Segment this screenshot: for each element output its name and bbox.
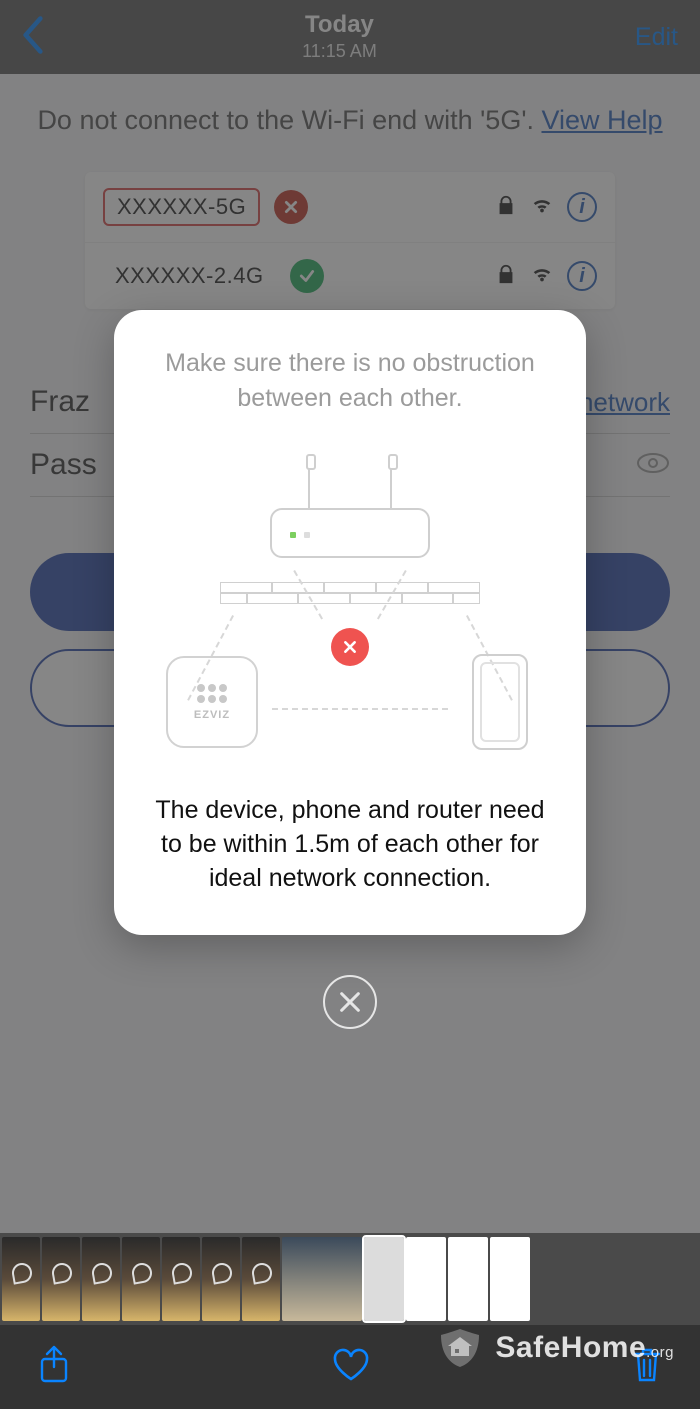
thumbnail-strip[interactable] bbox=[0, 1233, 700, 1325]
thumbnail[interactable] bbox=[42, 1237, 80, 1321]
thumbnail[interactable] bbox=[282, 1237, 362, 1321]
thumbnail[interactable] bbox=[2, 1237, 40, 1321]
obstruction-modal: Make sure there is no obstruction betwee… bbox=[114, 310, 586, 935]
thumbnail[interactable] bbox=[202, 1237, 240, 1321]
modal-top-text: Make sure there is no obstruction betwee… bbox=[142, 346, 558, 416]
screen: Today 11:15 AM Edit Do not connect to th… bbox=[0, 0, 700, 1409]
share-button[interactable] bbox=[38, 1345, 70, 1390]
watermark-text: SafeHome.org bbox=[495, 1331, 674, 1365]
thumbnail-current[interactable] bbox=[364, 1237, 404, 1321]
thumbnail[interactable] bbox=[82, 1237, 120, 1321]
modal-close-button[interactable] bbox=[323, 975, 377, 1029]
shield-house-icon bbox=[435, 1327, 485, 1369]
wall-icon bbox=[220, 582, 480, 604]
router-icon bbox=[270, 508, 430, 558]
thumbnail[interactable] bbox=[448, 1237, 488, 1321]
error-badge-icon bbox=[331, 628, 369, 666]
watermark: SafeHome.org bbox=[435, 1327, 674, 1369]
modal-bottom-text: The device, phone and router need to be … bbox=[142, 794, 558, 895]
phone-icon bbox=[472, 654, 528, 750]
favorite-button[interactable] bbox=[332, 1348, 370, 1387]
modal-diagram: EZVIZ bbox=[160, 452, 540, 762]
ezviz-device-icon: EZVIZ bbox=[166, 656, 258, 748]
ezviz-brand-label: EZVIZ bbox=[194, 709, 230, 721]
thumbnail[interactable] bbox=[406, 1237, 446, 1321]
thumbnail[interactable] bbox=[490, 1237, 530, 1321]
thumbnail[interactable] bbox=[242, 1237, 280, 1321]
thumbnail[interactable] bbox=[162, 1237, 200, 1321]
thumbnail[interactable] bbox=[122, 1237, 160, 1321]
